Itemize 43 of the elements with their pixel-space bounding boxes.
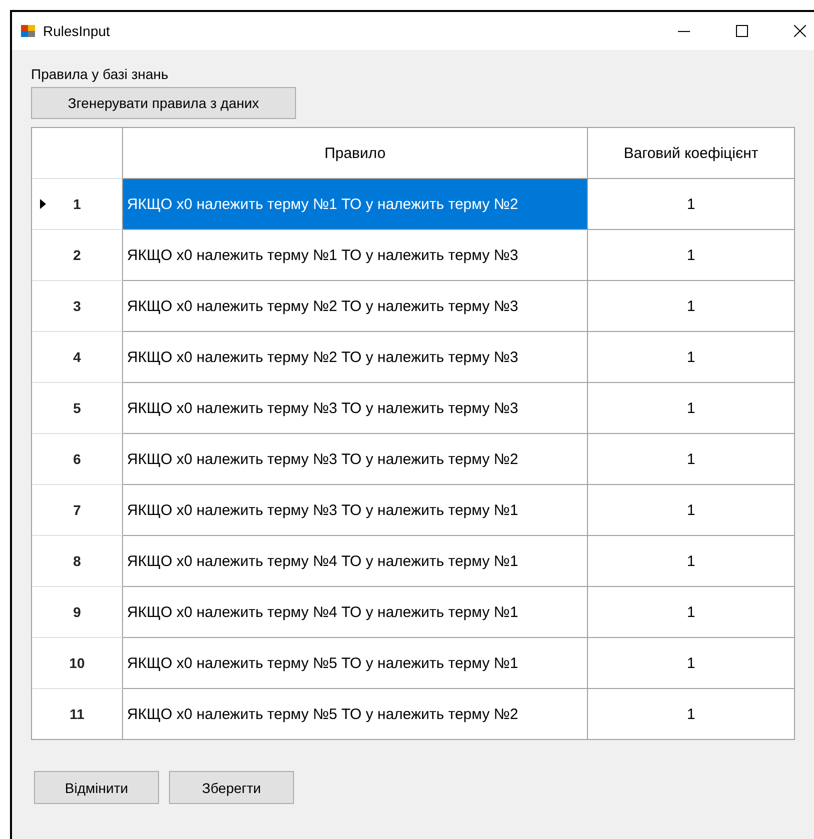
row-number: 8 [73,553,81,569]
weight-cell[interactable]: 1 [588,331,794,382]
rule-cell[interactable]: ЯКЩО x0 належить терму №5 ТО у належить терму №2 [123,688,588,739]
row-number: 6 [73,451,81,467]
weight-cell[interactable]: 1 [588,382,794,433]
column-header[interactable]: Правило [123,128,588,178]
rule-cell[interactable]: ЯКЩО x0 належить терму №1 ТО у належить терму №2 [123,178,588,229]
rule-cell[interactable]: ЯКЩО x0 належить терму №1 ТО у належить терму №3 [123,229,588,280]
rule-cell[interactable]: ЯКЩО x0 належить терму №3 ТО у належить терму №3 [123,382,588,433]
row-number: 4 [73,349,81,365]
rule-cell[interactable]: ЯКЩО x0 належить терму №3 ТО у належить терму №1 [123,484,588,535]
weight-cell[interactable]: 1 [588,484,794,535]
weight-cell[interactable]: 1 [588,433,794,484]
close-icon[interactable] [794,25,806,37]
row-number: 10 [69,655,85,671]
weight-cell[interactable]: 1 [588,586,794,637]
rule-cell[interactable]: ЯКЩО x0 належить терму №4 ТО у належить терму №1 [123,586,588,637]
row-number: 7 [73,502,81,518]
weight-cell[interactable]: 1 [588,280,794,331]
weight-cell[interactable]: 1 [588,688,794,739]
action-button[interactable]: Зберегти [169,771,294,804]
weight-cell[interactable]: 1 [588,178,794,229]
row-number: 5 [73,400,81,416]
rule-cell[interactable]: ЯКЩО x0 належить терму №2 ТО у належить терму №3 [123,280,588,331]
row-number: 9 [73,604,81,620]
rule-cell[interactable]: ЯКЩО x0 належить терму №3 ТО у належить терму №2 [123,433,588,484]
row-number: 1 [73,196,81,212]
column-header[interactable]: Ваговий коефіцієнт [588,128,794,178]
weight-cell[interactable]: 1 [588,637,794,688]
action-button[interactable]: Відмінити [34,771,159,804]
rule-cell[interactable]: ЯКЩО x0 належить терму №2 ТО у належить терму №3 [123,331,588,382]
weight-cell[interactable]: 1 [588,229,794,280]
row-number: 11 [70,706,84,722]
rule-cell[interactable]: ЯКЩО x0 належить терму №4 ТО у належить терму №1 [123,535,588,586]
generate-button[interactable]: Згенерувати правила з даних [31,87,296,119]
rule-cell[interactable]: ЯКЩО x0 належить терму №5 ТО у належить терму №1 [123,637,588,688]
row-number: 3 [73,298,81,314]
weight-cell[interactable]: 1 [588,535,794,586]
section-label: Правила у базі знань [31,66,170,82]
app-icon [20,23,36,39]
row-number: 2 [73,247,81,263]
window-title: RulesInput [43,23,110,39]
maximize-icon[interactable] [736,25,748,37]
